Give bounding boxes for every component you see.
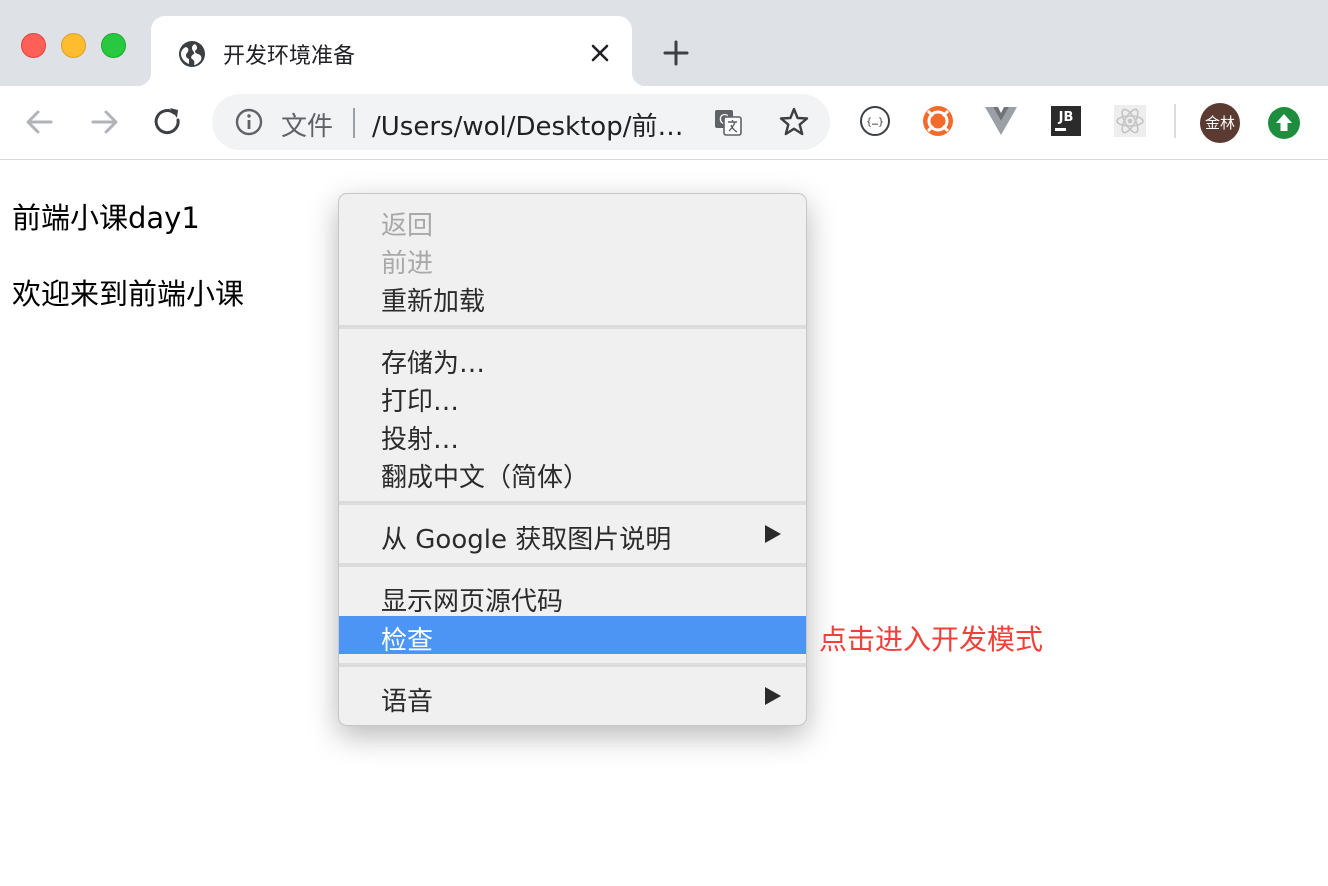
lifebuoy-extension-icon[interactable] xyxy=(920,103,956,139)
url-separator xyxy=(353,108,355,138)
react-devtools-icon[interactable] xyxy=(1112,103,1148,139)
context-menu: 返回 前进 重新加载 存储为… 打印… 投射… 翻成中文（简体） 从 Googl… xyxy=(338,193,807,726)
window-minimize-button[interactable] xyxy=(61,33,86,58)
menu-item-label: 检查 xyxy=(381,626,434,656)
submenu-arrow-icon xyxy=(765,525,781,543)
menu-item-save-as[interactable]: 存储为… xyxy=(339,339,806,379)
close-icon[interactable] xyxy=(585,38,615,68)
menu-item-label: 前进 xyxy=(381,249,434,279)
menu-item-image-descriptions[interactable]: 从 Google 获取图片说明 xyxy=(339,515,806,555)
menu-item-forward[interactable]: 前进 xyxy=(339,239,806,279)
json-extension-label: {…} xyxy=(866,117,884,128)
update-arrow-icon[interactable] xyxy=(1267,106,1301,140)
translate-icon[interactable]: G xyxy=(712,106,744,138)
reload-icon[interactable] xyxy=(148,102,188,142)
menu-item-view-source[interactable]: 显示网页源代码 xyxy=(339,577,806,617)
plus-icon[interactable] xyxy=(660,37,692,69)
toolbar-divider xyxy=(1174,104,1176,138)
toolbar: 文件 /Users/wol/Desktop/前… G {…} JB xyxy=(0,86,1328,160)
menu-item-label: 语音 xyxy=(381,687,434,717)
forward-arrow-icon[interactable] xyxy=(84,102,124,142)
annotation-label: 点击进入开发模式 xyxy=(819,623,1044,656)
url-scheme-label: 文件 xyxy=(281,112,334,142)
menu-item-label: 投射… xyxy=(381,425,460,455)
menu-item-label: 返回 xyxy=(381,211,434,241)
window-close-button[interactable] xyxy=(21,33,46,58)
menu-item-inspect[interactable]: 检查 xyxy=(339,616,806,656)
star-icon[interactable] xyxy=(778,106,810,138)
menu-item-label: 从 Google 获取图片说明 xyxy=(381,525,672,555)
menu-item-print[interactable]: 打印… xyxy=(339,377,806,417)
tab-strip: 开发环境准备 xyxy=(0,0,1328,86)
vue-devtools-icon[interactable] xyxy=(983,103,1019,139)
menu-item-label: 存储为… xyxy=(381,349,486,379)
window-zoom-button[interactable] xyxy=(101,33,126,58)
menu-separator xyxy=(339,501,806,505)
menu-item-translate[interactable]: 翻成中文（简体） xyxy=(339,453,806,493)
page-paragraph: 欢迎来到前端小课 xyxy=(12,277,245,311)
menu-separator xyxy=(339,663,806,667)
active-tab[interactable]: 开发环境准备 xyxy=(137,16,646,86)
menu-separator xyxy=(339,325,806,329)
menu-item-label: 打印… xyxy=(381,387,460,417)
menu-separator xyxy=(339,563,806,567)
submenu-arrow-icon xyxy=(765,687,781,705)
json-viewer-extension-icon[interactable]: {…} xyxy=(857,103,893,139)
tab-title: 开发环境准备 xyxy=(223,44,356,69)
jetbrains-label: JB xyxy=(1058,110,1074,125)
menu-item-back[interactable]: 返回 xyxy=(339,201,806,241)
globe-icon xyxy=(179,41,205,67)
menu-item-label: 显示网页源代码 xyxy=(381,587,564,617)
info-icon[interactable] xyxy=(234,107,264,137)
menu-item-cast[interactable]: 投射… xyxy=(339,415,806,455)
menu-item-label: 重新加载 xyxy=(381,287,486,317)
menu-item-label: 翻成中文（简体） xyxy=(381,463,590,493)
address-bar[interactable]: 文件 /Users/wol/Desktop/前… G xyxy=(212,94,830,150)
page-heading: 前端小课day1 xyxy=(12,201,200,235)
back-arrow-icon[interactable] xyxy=(20,102,60,142)
profile-avatar[interactable]: 金林 xyxy=(1200,103,1240,143)
url-text[interactable]: /Users/wol/Desktop/前… xyxy=(372,106,692,143)
menu-item-reload[interactable]: 重新加载 xyxy=(339,277,806,317)
menu-item-speech[interactable]: 语音 xyxy=(339,677,806,717)
jetbrains-extension-icon[interactable]: JB xyxy=(1048,103,1084,139)
